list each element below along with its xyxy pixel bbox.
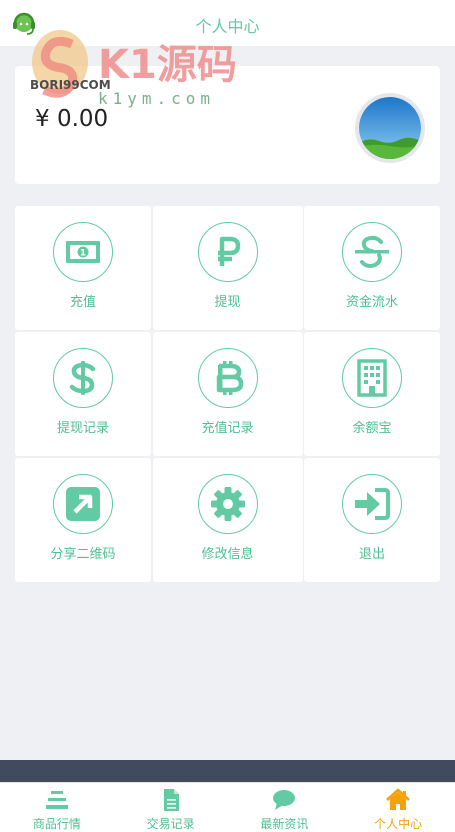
balance-card: ¥ 0.00 [15,66,440,184]
sign-in-icon [355,488,390,520]
building-icon [357,359,387,397]
menu-item-logout[interactable]: 退出 [304,458,440,582]
tab-market[interactable]: 商品行情 [0,783,114,832]
document-icon [163,789,179,811]
stack-icon [45,791,68,809]
menu-label: 退出 [358,547,385,562]
tab-label: 个人中心 [374,817,423,831]
tab-news[interactable]: 最新资讯 [228,783,342,832]
tab-profile[interactable]: 个人中心 [341,783,455,832]
tab-label: 商品行情 [32,817,81,831]
banknote-icon: 1 [66,241,100,263]
menu-item-withdraw[interactable]: 提现 [152,206,303,330]
chat-icon [273,790,296,810]
svg-text:1: 1 [80,249,86,259]
dollar-icon [69,361,96,395]
tab-label: 最新资讯 [260,817,309,831]
gear-icon [210,487,245,521]
tab-trade-records[interactable]: 交易记录 [114,783,228,832]
menu-item-withdraw-records[interactable]: 提现记录 [15,332,151,456]
menu-item-recharge-records[interactable]: 充值记录 [152,332,303,456]
menu-item-share-qrcode[interactable]: 分享二维码 [15,458,151,582]
avatar[interactable] [355,93,425,163]
strikethrough-s-icon [355,235,389,268]
bottom-tab-bar: 商品行情 交易记录 最新资讯 个人中心 [0,782,455,832]
menu-item-fund-flow[interactable]: 资金流水 [304,206,440,330]
avatar-image [359,97,421,159]
share-arrow-icon [66,487,100,521]
menu-item-recharge[interactable]: 1 充值 [15,206,151,330]
function-grid: 1 充值 提现 资金流水 提现记录 充值记录 余额宝 分享二维码 修改信息 退出 [15,206,440,584]
page-title: 个人中心 [195,17,260,36]
menu-label: 余额宝 [352,421,392,436]
menu-label: 充值 [69,295,96,310]
header-bar: 个人中心 [0,0,455,46]
tab-label: 交易记录 [146,817,195,831]
menu-label: 充值记录 [201,421,254,436]
menu-label: 资金流水 [345,295,398,310]
bitcoin-icon [216,361,243,395]
footer-band [0,760,455,782]
menu-label: 提现 [214,295,241,310]
menu-label: 修改信息 [201,547,254,562]
menu-label: 提现记录 [56,421,109,436]
menu-label: 分享二维码 [50,547,116,562]
balance-amount: ¥ 0.00 [35,106,109,132]
ruble-icon [217,236,240,266]
menu-item-yuebao[interactable]: 余额宝 [304,332,440,456]
menu-item-edit-info[interactable]: 修改信息 [152,458,303,582]
home-icon [386,788,410,810]
